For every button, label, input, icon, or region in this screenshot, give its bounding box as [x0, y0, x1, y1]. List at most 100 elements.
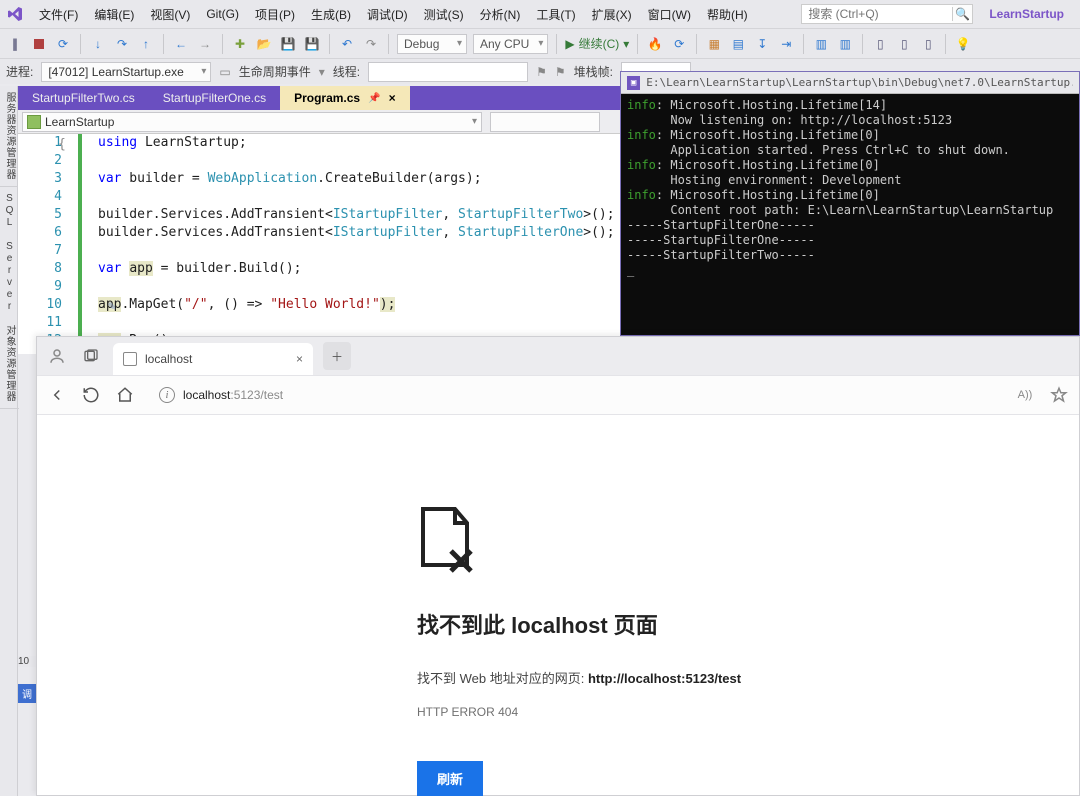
config-dropdown[interactable]: Debug	[397, 34, 467, 54]
search-icon[interactable]: 🔍	[952, 7, 972, 21]
hot-reload-icon[interactable]: 🔥	[646, 35, 664, 53]
browser-addressbar: i localhost:5123/test A))	[37, 375, 1079, 415]
pin-icon[interactable]: 📌	[368, 93, 380, 104]
menu-analyze[interactable]: 分析(N)	[473, 2, 528, 27]
menu-extensions[interactable]: 扩展(X)	[585, 2, 639, 27]
lifecycle-label: 生命周期事件	[239, 63, 311, 80]
browser-tab-title: localhost	[145, 352, 288, 366]
menu-build[interactable]: 生成(B)	[304, 2, 358, 27]
menu-debug[interactable]: 调试(D)	[360, 2, 415, 27]
undo-icon[interactable]: ↶	[338, 35, 356, 53]
menu-test[interactable]: 测试(S)	[417, 2, 471, 27]
menu-window[interactable]: 窗口(W)	[641, 2, 698, 27]
nav-back-icon[interactable]: ←	[172, 35, 190, 53]
vs-search-input[interactable]	[802, 5, 952, 23]
member-dropdown[interactable]	[490, 112, 600, 132]
console-window[interactable]: ▣ E:\Learn\LearnStartup\LearnStartup\bin…	[620, 71, 1080, 336]
refresh-button[interactable]	[81, 385, 101, 405]
continue-button[interactable]: ▶ 继续(C) ▾	[565, 35, 629, 52]
read-aloud-icon[interactable]: A))	[1015, 385, 1035, 405]
browser-tab[interactable]: localhost ×	[113, 343, 313, 375]
behind-status-1: 10	[18, 656, 36, 667]
open-file-icon[interactable]: 📂	[255, 35, 273, 53]
tool-icon-8[interactable]: ▯	[895, 35, 913, 53]
stop-button[interactable]	[30, 35, 48, 53]
vs-search[interactable]: 🔍	[801, 4, 973, 24]
error-code: HTTP ERROR 404	[417, 705, 1079, 719]
save-icon[interactable]: 💾	[279, 35, 297, 53]
flag-icon-2[interactable]: ⚑	[555, 65, 566, 79]
tab-close-icon[interactable]: ×	[296, 352, 303, 366]
menu-file[interactable]: 文件(F)	[32, 2, 85, 27]
console-titlebar[interactable]: ▣ E:\Learn\LearnStartup\LearnStartup\bin…	[621, 72, 1079, 94]
stackframe-label: 堆栈帧:	[574, 63, 613, 80]
fold-indicator-icon[interactable]: {	[58, 136, 66, 154]
lightbulb-icon[interactable]: 💡	[954, 35, 972, 53]
back-button[interactable]	[47, 385, 67, 405]
project-dropdown-label: LearnStartup	[45, 115, 114, 129]
process-label: 进程:	[6, 63, 33, 80]
browser-content: 找不到此 localhost 页面 找不到 Web 地址对应的网页: http:…	[37, 415, 1079, 796]
favorite-icon[interactable]	[1049, 385, 1069, 405]
page-broken-icon	[417, 505, 1079, 578]
flag-icon[interactable]: ⚑	[536, 65, 547, 79]
menu-help[interactable]: 帮助(H)	[700, 2, 755, 27]
browser-tabbar: localhost × ＋	[37, 337, 1079, 375]
menu-tools[interactable]: 工具(T)	[529, 2, 582, 27]
site-info-icon[interactable]: i	[159, 387, 175, 403]
console-app-icon: ▣	[627, 76, 640, 90]
tab-actions-icon[interactable]	[79, 344, 103, 368]
tool-icon-1[interactable]: ▦	[705, 35, 723, 53]
tool-icon-6[interactable]: ▥	[836, 35, 854, 53]
step-into-icon[interactable]: ↓	[89, 35, 107, 53]
project-dropdown[interactable]: LearnStartup	[22, 112, 482, 132]
doc-tab-startupfiltertwo[interactable]: StartupFilterTwo.cs	[18, 86, 149, 110]
menu-project[interactable]: 项目(P)	[248, 2, 302, 27]
step-out-icon[interactable]: ↑	[137, 35, 155, 53]
new-tab-button[interactable]: ＋	[323, 342, 351, 370]
tool-icon-2[interactable]: ▤	[729, 35, 747, 53]
console-title: E:\Learn\LearnStartup\LearnStartup\bin\D…	[646, 76, 1073, 89]
save-all-icon[interactable]: 💾	[303, 35, 321, 53]
doc-tab-label: StartupFilterTwo.cs	[32, 91, 135, 105]
error-url: http://localhost:5123/test	[588, 671, 741, 686]
lifecycle-icon[interactable]: ▭	[219, 65, 230, 79]
menu-edit[interactable]: 编辑(E)	[87, 2, 141, 27]
address-field[interactable]: i localhost:5123/test	[149, 387, 1001, 403]
pause-button[interactable]: ∥	[6, 35, 24, 53]
tool-icon-7[interactable]: ▯	[871, 35, 889, 53]
url-host: localhost	[183, 388, 230, 402]
left-tab-server-explorer[interactable]: 服务器资源管理器	[0, 86, 19, 187]
refresh-page-button[interactable]: 刷新	[417, 761, 483, 796]
redo-icon[interactable]: ↷	[362, 35, 380, 53]
solution-name[interactable]: LearnStartup	[989, 7, 1074, 21]
step-over-icon[interactable]: ↷	[113, 35, 131, 53]
console-output: info: Microsoft.Hosting.Lifetime[14] Now…	[621, 94, 1079, 282]
platform-dropdown[interactable]: Any CPU	[473, 34, 548, 54]
doc-tab-startupfilterone[interactable]: StartupFilterOne.cs	[149, 86, 280, 110]
url-path: :5123/test	[230, 388, 283, 402]
home-button[interactable]	[115, 385, 135, 405]
page-favicon	[123, 352, 137, 366]
tool-icon-9[interactable]: ▯	[919, 35, 937, 53]
menu-git[interactable]: Git(G)	[199, 3, 246, 25]
error-description: 找不到 Web 地址对应的网页: http://localhost:5123/t…	[417, 668, 1079, 687]
menu-view[interactable]: 视图(V)	[143, 2, 197, 27]
process-dropdown[interactable]: [47012] LearnStartup.exe	[41, 62, 211, 82]
left-tab-sql-explorer[interactable]: SQL Server 对象资源管理器	[0, 187, 19, 409]
doc-tab-program[interactable]: Program.cs 📌 ×	[280, 86, 410, 110]
behind-status-2: 调	[18, 684, 36, 703]
continue-label: 继续(C)	[579, 35, 620, 52]
profile-icon[interactable]	[45, 344, 69, 368]
nav-fwd-icon[interactable]: →	[196, 35, 214, 53]
code-reference-icon[interactable]: ✎	[108, 298, 116, 316]
close-icon[interactable]: ×	[389, 91, 396, 105]
error-description-text: 找不到 Web 地址对应的网页:	[417, 671, 588, 686]
tool-icon-5[interactable]: ▥	[812, 35, 830, 53]
cycle-icon[interactable]: ⟳	[670, 35, 688, 53]
tool-icon-3[interactable]: ↧	[753, 35, 771, 53]
thread-input[interactable]	[368, 62, 528, 82]
restart-icon[interactable]: ⟳	[54, 35, 72, 53]
tool-icon-4[interactable]: ⇥	[777, 35, 795, 53]
new-item-icon[interactable]: ✚	[231, 35, 249, 53]
